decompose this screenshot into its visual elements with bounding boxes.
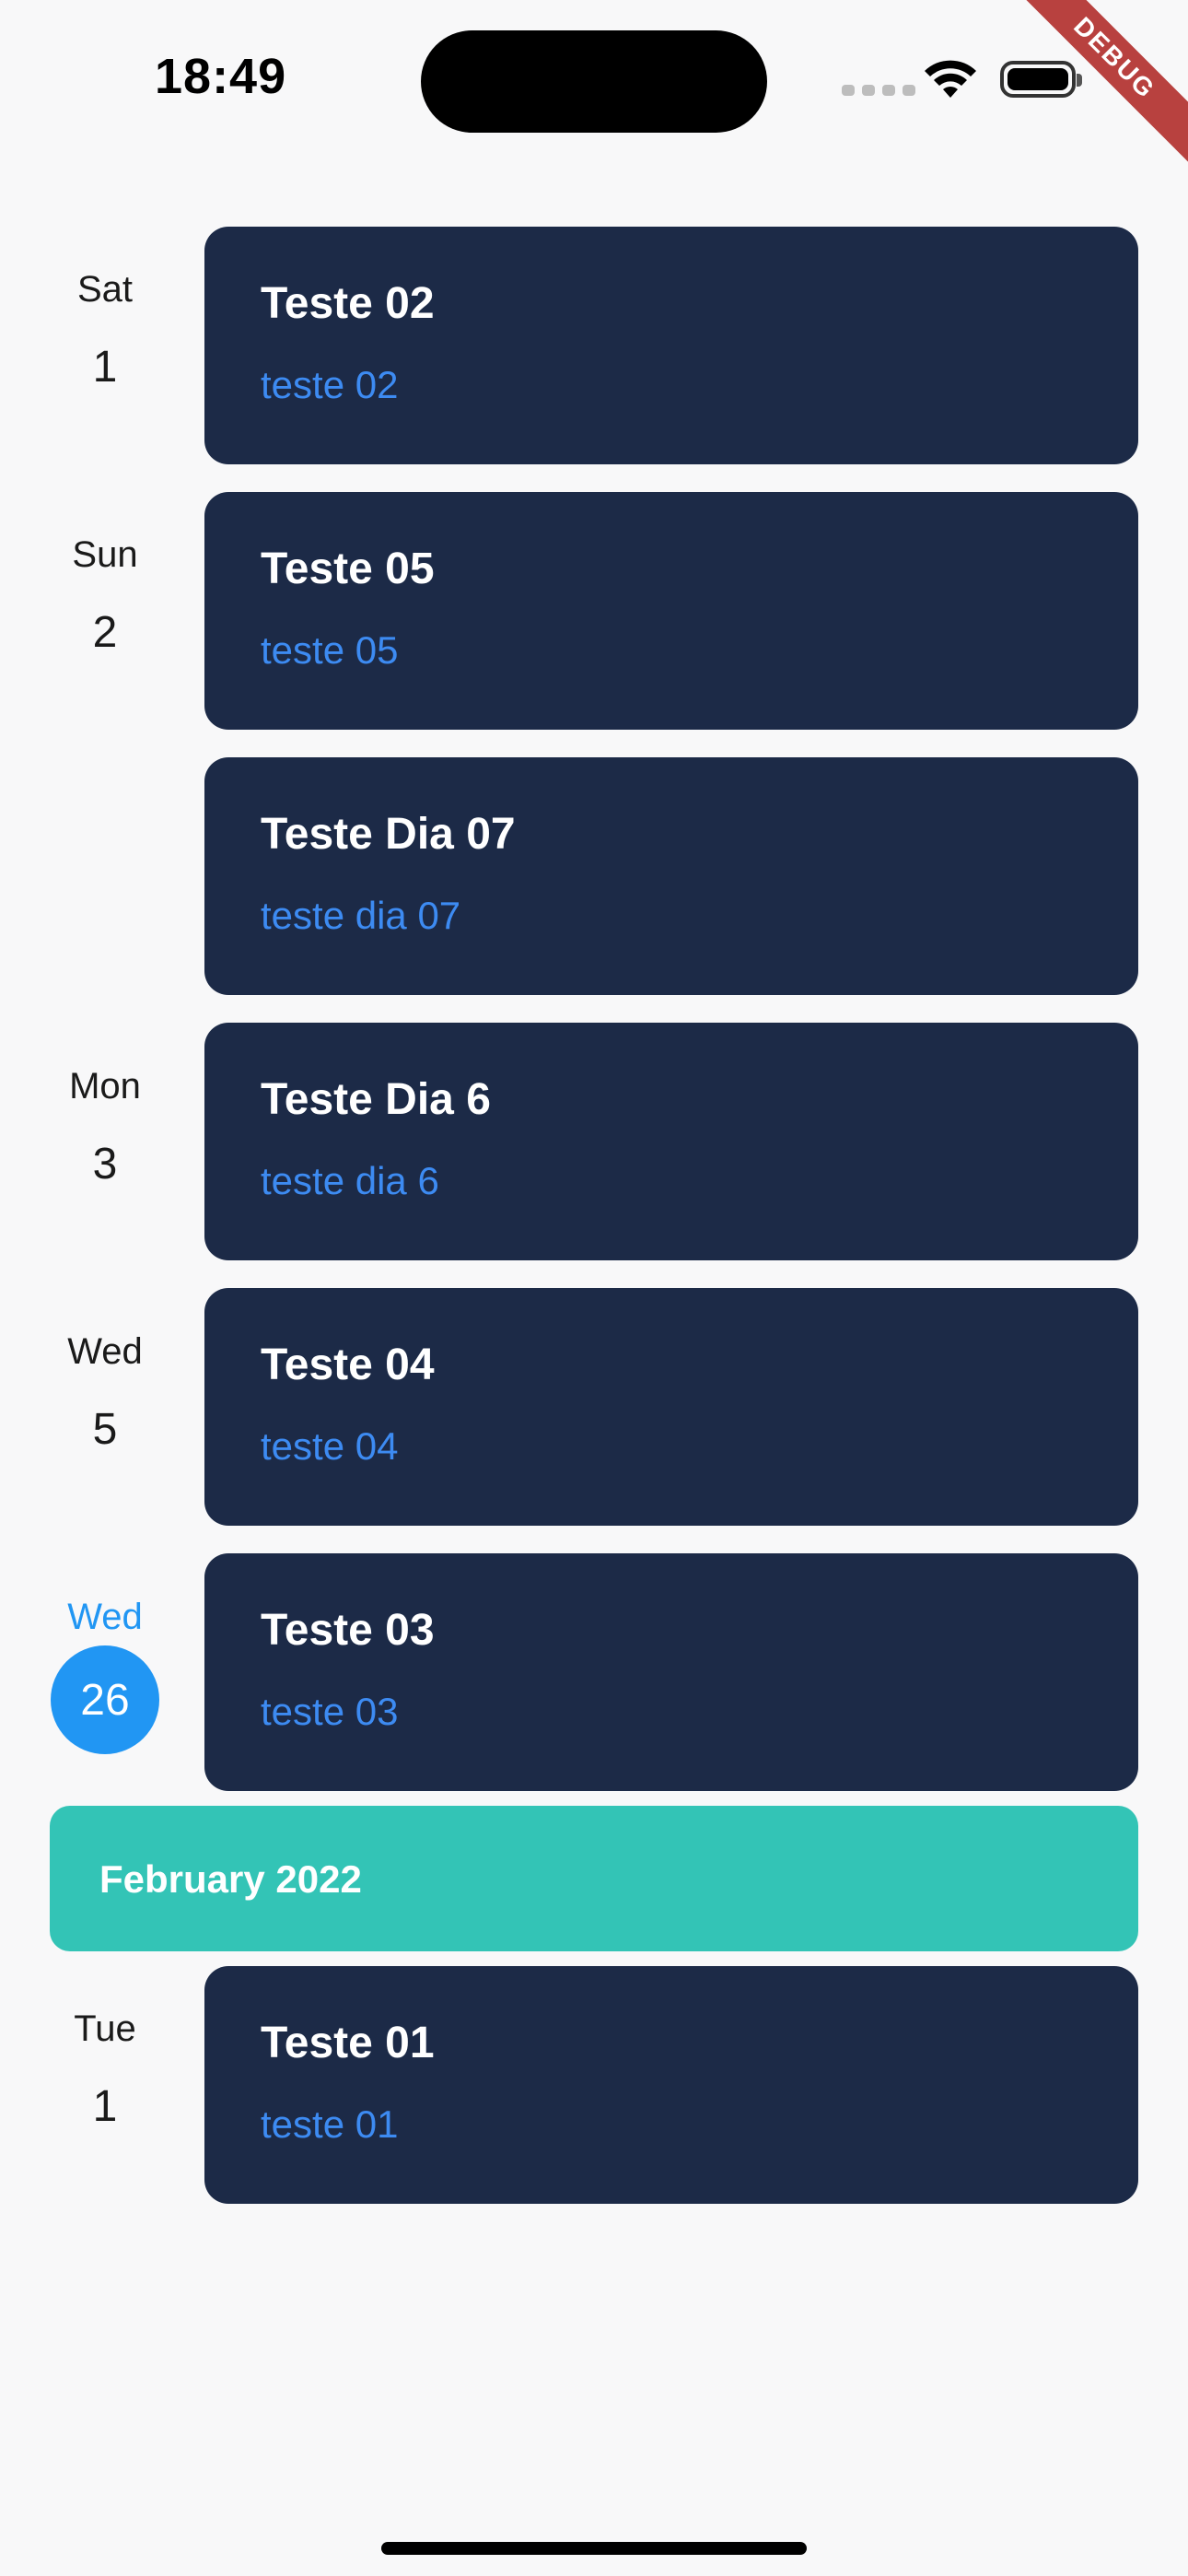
event-subtitle: teste 03	[261, 1690, 399, 1733]
cellular-signal-icon	[842, 85, 915, 96]
day-number: 3	[92, 1140, 118, 1188]
event-card[interactable]: Teste Dia 6 teste dia 6	[204, 1023, 1138, 1260]
event-title: Teste Dia 6	[261, 1075, 491, 1124]
event-title: Teste 02	[261, 279, 435, 328]
weekday-label: Sat	[76, 269, 134, 310]
day-number: 1	[92, 2082, 118, 2131]
weekday-label: Sun	[72, 534, 138, 575]
event-subtitle: teste dia 07	[261, 894, 461, 937]
event-card[interactable]: Teste 03 teste 03	[204, 1553, 1138, 1791]
month-header-label: February 2022	[99, 1857, 362, 1901]
event-subtitle: teste 01	[261, 2102, 399, 2146]
day-label-wed-5: Wed 5	[37, 1331, 173, 1455]
event-card[interactable]: Teste 05 teste 05	[204, 492, 1138, 730]
weekday-label: Tue	[74, 2008, 136, 2049]
event-card[interactable]: Teste 04 teste 04	[204, 1288, 1138, 1526]
dynamic-island	[421, 30, 767, 133]
weekday-label: Wed	[67, 1331, 143, 1372]
day-number: 5	[92, 1405, 118, 1454]
event-card[interactable]: Teste 02 teste 02	[204, 227, 1138, 464]
event-subtitle: teste 02	[261, 363, 399, 406]
event-title: Teste 03	[261, 1606, 435, 1655]
home-indicator[interactable]	[381, 2542, 807, 2555]
event-card[interactable]: Teste 01 teste 01	[204, 1966, 1138, 2204]
month-header: February 2022	[50, 1806, 1138, 1951]
event-title: Teste Dia 07	[261, 810, 516, 859]
day-label-sun-2: Sun 2	[37, 534, 173, 658]
event-card[interactable]: Teste Dia 07 teste dia 07	[204, 757, 1138, 995]
day-number: 1	[92, 343, 118, 392]
battery-icon	[1000, 61, 1082, 98]
status-bar: 18:49	[0, 0, 1188, 157]
today-indicator: 26	[51, 1645, 159, 1754]
day-label-today-wed-26: Wed 26	[37, 1597, 173, 1754]
day-label-tue-1: Tue 1	[37, 2008, 173, 2132]
event-subtitle: teste 05	[261, 628, 399, 672]
day-label-mon-3: Mon 3	[37, 1066, 173, 1189]
day-number: 2	[92, 608, 118, 657]
wifi-icon	[925, 60, 976, 98]
event-title: Teste 01	[261, 2019, 435, 2067]
status-time: 18:49	[155, 49, 287, 104]
event-title: Teste 04	[261, 1341, 435, 1389]
event-subtitle: teste dia 6	[261, 1159, 439, 1202]
event-title: Teste 05	[261, 544, 435, 593]
weekday-label: Wed	[67, 1597, 143, 1637]
event-subtitle: teste 04	[261, 1424, 399, 1468]
day-label-sat-1: Sat 1	[37, 269, 173, 392]
weekday-label: Mon	[69, 1066, 141, 1107]
